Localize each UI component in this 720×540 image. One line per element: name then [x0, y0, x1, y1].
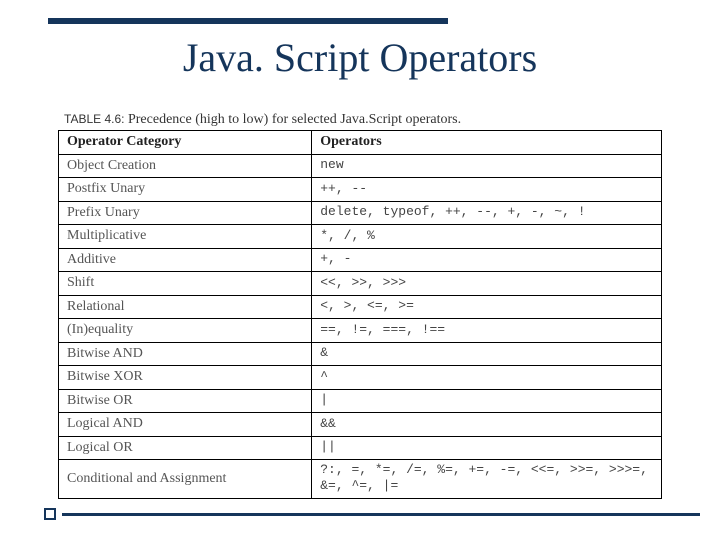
header-category: Operator Category	[59, 131, 312, 155]
table-row: Bitwise AND &	[59, 342, 662, 366]
cell-category: (In)equality	[59, 319, 312, 343]
cell-category: Shift	[59, 272, 312, 296]
cell-operators: ==, !=, ===, !==	[312, 319, 662, 343]
cell-category: Postfix Unary	[59, 178, 312, 202]
cell-category: Bitwise XOR	[59, 366, 312, 390]
table-row: Bitwise OR |	[59, 389, 662, 413]
cell-operators: ||	[312, 436, 662, 460]
table-row: Postfix Unary ++, --	[59, 178, 662, 202]
table-caption-label: TABLE 4.6:	[64, 112, 124, 126]
table-caption: TABLE 4.6: Precedence (high to low) for …	[64, 112, 461, 128]
table-row: Object Creation new	[59, 154, 662, 178]
cell-category: Relational	[59, 295, 312, 319]
cell-operators: +, -	[312, 248, 662, 272]
cell-category: Logical OR	[59, 436, 312, 460]
cell-category: Conditional and Assignment	[59, 460, 312, 499]
cell-operators: delete, typeof, ++, --, +, -, ~, !	[312, 201, 662, 225]
cell-operators: ++, --	[312, 178, 662, 202]
table-caption-text: Precedence (high to low) for selected Ja…	[128, 112, 461, 127]
table-row: Shift <<, >>, >>>	[59, 272, 662, 296]
precedence-table: Operator Category Operators Object Creat…	[58, 130, 662, 499]
table-row: (In)equality ==, !=, ===, !==	[59, 319, 662, 343]
table-row: Additive +, -	[59, 248, 662, 272]
cell-category: Multiplicative	[59, 225, 312, 249]
table-row: Multiplicative *, /, %	[59, 225, 662, 249]
cell-operators: &	[312, 342, 662, 366]
table-header-row: Operator Category Operators	[59, 131, 662, 155]
bottom-divider	[62, 513, 700, 516]
cell-operators: &&	[312, 413, 662, 437]
cell-category: Bitwise OR	[59, 389, 312, 413]
cell-operators: ?:, =, *=, /=, %=, +=, -=, <<=, >>=, >>>…	[312, 460, 662, 499]
cell-category: Additive	[59, 248, 312, 272]
slide: Java. Script Operators TABLE 4.6: Preced…	[0, 0, 720, 540]
cell-operators: <<, >>, >>>	[312, 272, 662, 296]
precedence-table-wrap: Operator Category Operators Object Creat…	[58, 130, 662, 499]
top-divider	[48, 18, 448, 24]
cell-operators: new	[312, 154, 662, 178]
cell-category: Logical AND	[59, 413, 312, 437]
header-operators: Operators	[312, 131, 662, 155]
table-row: Relational <, >, <=, >=	[59, 295, 662, 319]
cell-operators: <, >, <=, >=	[312, 295, 662, 319]
table-row: Bitwise XOR ^	[59, 366, 662, 390]
square-bullet-icon	[44, 508, 56, 520]
table-row: Logical AND &&	[59, 413, 662, 437]
table-row: Prefix Unary delete, typeof, ++, --, +, …	[59, 201, 662, 225]
cell-operators: |	[312, 389, 662, 413]
cell-category: Prefix Unary	[59, 201, 312, 225]
cell-category: Bitwise AND	[59, 342, 312, 366]
cell-category: Object Creation	[59, 154, 312, 178]
slide-title: Java. Script Operators	[0, 34, 720, 81]
cell-operators: ^	[312, 366, 662, 390]
table-row: Logical OR ||	[59, 436, 662, 460]
table-row: Conditional and Assignment ?:, =, *=, /=…	[59, 460, 662, 499]
cell-operators: *, /, %	[312, 225, 662, 249]
